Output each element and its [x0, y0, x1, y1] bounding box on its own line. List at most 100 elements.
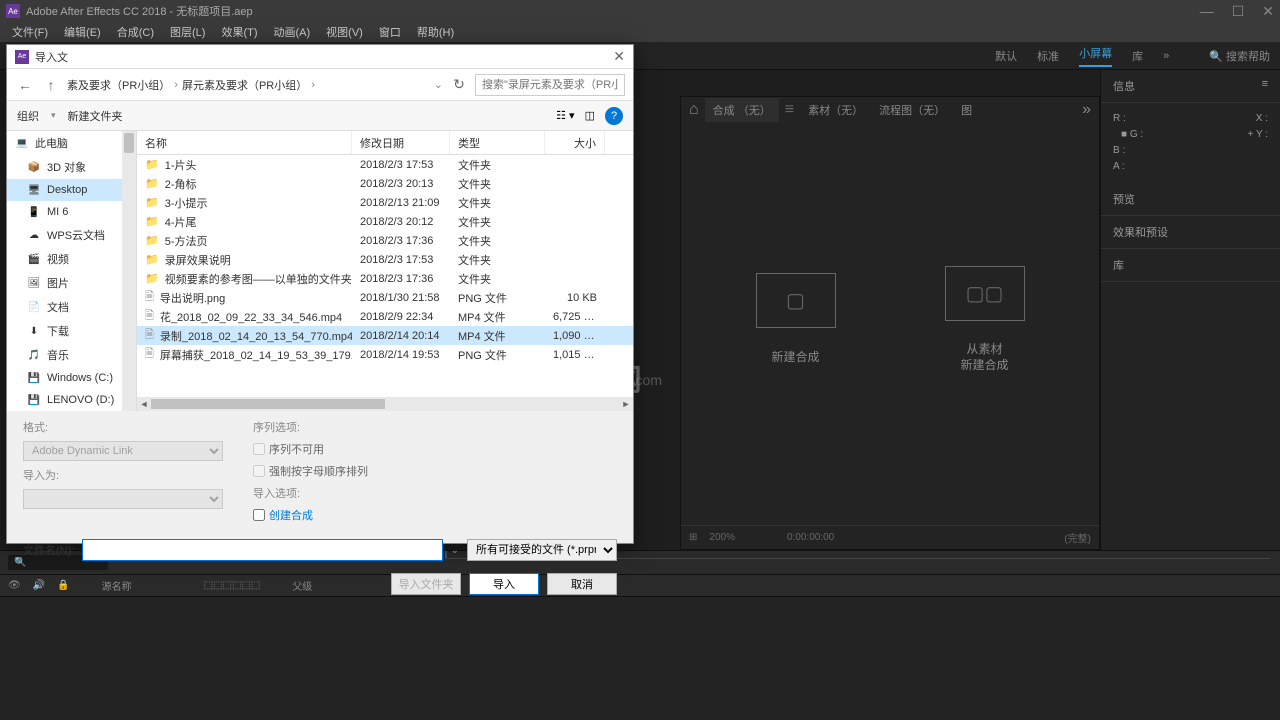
file-row[interactable]: 📁1-片头2018/2/3 17:53文件夹: [137, 155, 633, 174]
nav-item[interactable]: 🎵音乐: [7, 343, 136, 367]
tab-footage[interactable]: 素材（无）: [800, 98, 871, 122]
col-header-date[interactable]: 修改日期: [352, 131, 450, 154]
workspace-library[interactable]: 库: [1132, 48, 1143, 64]
col-header-type[interactable]: 类型: [450, 131, 545, 154]
nav-item[interactable]: ⬇下载: [7, 319, 136, 343]
menu-effect[interactable]: 效果(T): [215, 22, 263, 42]
file-row[interactable]: 🗎录制_2018_02_14_20_13_54_770.mp42018/2/14…: [137, 326, 633, 345]
view-mode-button[interactable]: ☷ ▾: [556, 109, 574, 122]
effects-panel-header[interactable]: 效果和预设: [1101, 216, 1280, 249]
help-icon[interactable]: ?: [605, 107, 623, 125]
home-icon[interactable]: ⌂: [689, 101, 699, 119]
nav-item[interactable]: 📱MI 6: [7, 201, 136, 223]
import-options-label: 导入选项:: [253, 485, 368, 501]
import-button[interactable]: 导入: [469, 573, 539, 595]
workspace-more-icon[interactable]: »: [1163, 50, 1169, 62]
tab-composition[interactable]: 合成 （无）: [705, 98, 779, 122]
info-panel: R :X : ■ G :+ Y : B : A :: [1101, 103, 1280, 183]
dialog-close-button[interactable]: ✕: [613, 48, 625, 65]
nav-item[interactable]: 📄文档: [7, 295, 136, 319]
workspace-small[interactable]: 小屏幕: [1079, 45, 1112, 67]
nav-item[interactable]: 🖥Desktop: [7, 179, 136, 201]
workspace-standard[interactable]: 标准: [1037, 48, 1059, 64]
nav-item[interactable]: 🎬视频: [7, 247, 136, 271]
menu-view[interactable]: 视图(V): [320, 22, 369, 42]
titlebar: Ae Adobe After Effects CC 2018 - 无标题项目.a…: [0, 0, 1280, 22]
import-dialog: Ae 导入文 ✕ ← ↑ 素及要求（PR小组）› 屏元素及要求（PR小组）› ⌄…: [6, 44, 634, 544]
col-header-name[interactable]: 名称: [137, 131, 352, 154]
file-row[interactable]: 📁2-角标2018/2/3 20:13文件夹: [137, 174, 633, 193]
organize-button[interactable]: 组织: [17, 108, 39, 124]
nav-item[interactable]: 💾Windows (C:): [7, 367, 136, 389]
import-folder-button[interactable]: 导入文件夹: [391, 573, 461, 595]
panel-menu-icon[interactable]: ≡: [1262, 78, 1268, 90]
filetype-select[interactable]: 所有可接受的文件 (*.prproj;*.c: [467, 539, 617, 561]
import-as-select[interactable]: [23, 489, 223, 509]
dialog-search-input[interactable]: [475, 74, 625, 96]
info-panel-header[interactable]: 信息≡: [1101, 70, 1280, 103]
menu-composition[interactable]: 合成(C): [111, 22, 160, 42]
composition-panel: ⌂ 合成 （无） ≡ 素材（无） 流程图（无） 图 » ▢ 新建合成 ▢▢ 从素…: [680, 96, 1100, 550]
folder-tree: 💻此电脑📦3D 对象🖥Desktop📱MI 6☁WPS云文档🎬视频🖼图片📄文档⬇…: [7, 131, 137, 411]
menu-layer[interactable]: 图层(L): [164, 22, 211, 42]
library-panel-header[interactable]: 库: [1101, 249, 1280, 282]
workspace-default[interactable]: 默认: [995, 48, 1017, 64]
file-row[interactable]: 📁3-小提示2018/2/13 21:09文件夹: [137, 193, 633, 212]
menu-window[interactable]: 窗口: [373, 22, 407, 42]
sidebar-scrollbar[interactable]: [122, 131, 136, 411]
nav-item[interactable]: 💾LENOVO (D:): [7, 389, 136, 411]
nav-item[interactable]: 📦3D 对象: [7, 155, 136, 179]
nav-item[interactable]: 💻此电脑: [7, 131, 136, 155]
new-comp-icon: ▢: [756, 273, 836, 328]
nav-refresh-button[interactable]: ↻: [449, 76, 469, 93]
comp-footer: ⊞ 200% 0:00:00:00 (完整): [681, 525, 1099, 549]
file-hscrollbar[interactable]: ◄ ►: [137, 397, 633, 411]
menu-help[interactable]: 帮助(H): [411, 22, 460, 42]
menu-edit[interactable]: 编辑(E): [58, 22, 107, 42]
file-row[interactable]: 🗎花_2018_02_09_22_33_34_546.mp42018/2/9 2…: [137, 307, 633, 326]
file-row[interactable]: 📁视频要素的参考图——以单独的文件夹...2018/2/3 17:36文件夹: [137, 269, 633, 288]
file-row[interactable]: 📁5-方法页2018/2/3 17:36文件夹: [137, 231, 633, 250]
file-row[interactable]: 🗎屏幕捕获_2018_02_14_19_53_39_179....2018/2/…: [137, 345, 633, 364]
nav-item[interactable]: ☁WPS云文档: [7, 223, 136, 247]
file-row[interactable]: 🗎导出说明.png2018/1/30 21:58PNG 文件10 KB: [137, 288, 633, 307]
preview-pane-button[interactable]: ◫: [585, 109, 595, 122]
dialog-app-icon: Ae: [15, 50, 29, 64]
maximize-button[interactable]: ☐: [1232, 3, 1245, 20]
close-button[interactable]: ✕: [1262, 3, 1274, 20]
breadcrumb[interactable]: 素及要求（PR小组）› 屏元素及要求（PR小组）› ⌄: [67, 77, 443, 93]
nav-item[interactable]: 🖼图片: [7, 271, 136, 295]
format-select[interactable]: Adobe Dynamic Link: [23, 441, 223, 461]
preview-panel-header[interactable]: 预览: [1101, 183, 1280, 216]
col-header-size[interactable]: 大小: [545, 131, 605, 154]
new-composition-button[interactable]: ▢ 新建合成: [756, 273, 836, 365]
file-row[interactable]: 📁4-片尾2018/2/3 20:12文件夹: [137, 212, 633, 231]
filename-input[interactable]: [82, 539, 442, 561]
menu-animation[interactable]: 动画(A): [268, 22, 317, 42]
minimize-button[interactable]: —: [1200, 3, 1214, 20]
file-row[interactable]: 📁录屏效果说明2018/2/3 17:53文件夹: [137, 250, 633, 269]
file-list: 名称 修改日期 类型 大小 📁1-片头2018/2/3 17:53文件夹📁2-角…: [137, 131, 633, 411]
comp-tab-bar: ⌂ 合成 （无） ≡ 素材（无） 流程图（无） 图 »: [681, 97, 1099, 123]
menubar: 文件(F) 编辑(E) 合成(C) 图层(L) 效果(T) 动画(A) 视图(V…: [0, 22, 1280, 42]
nav-back-button[interactable]: ←: [15, 77, 35, 93]
seq-options-label: 序列选项:: [253, 419, 368, 435]
cancel-button[interactable]: 取消: [547, 573, 617, 595]
resolution[interactable]: (完整): [1064, 530, 1091, 545]
fit-icon[interactable]: ⊞: [689, 532, 697, 543]
create-comp-check[interactable]: 创建合成: [253, 507, 368, 523]
panel-more-icon[interactable]: »: [1082, 101, 1091, 119]
search-help[interactable]: 🔍 搜索帮助: [1209, 48, 1270, 64]
filename-label: 文件名(N):: [23, 542, 74, 558]
tab-flowchart[interactable]: 流程图（无）: [871, 98, 953, 122]
tab-graphic[interactable]: 图: [953, 98, 980, 122]
new-from-footage-button[interactable]: ▢▢ 从素材 新建合成: [945, 266, 1025, 373]
new-folder-button[interactable]: 新建文件夹: [68, 108, 123, 124]
app-icon: Ae: [6, 4, 20, 18]
force-alpha-check[interactable]: 强制按字母顺序排列: [253, 463, 368, 479]
timecode: 0:00:00:00: [787, 532, 834, 543]
tab-menu-icon[interactable]: ≡: [785, 101, 794, 119]
nav-up-button[interactable]: ↑: [41, 77, 61, 93]
menu-file[interactable]: 文件(F): [6, 22, 54, 42]
zoom-value[interactable]: 200%: [709, 532, 735, 543]
